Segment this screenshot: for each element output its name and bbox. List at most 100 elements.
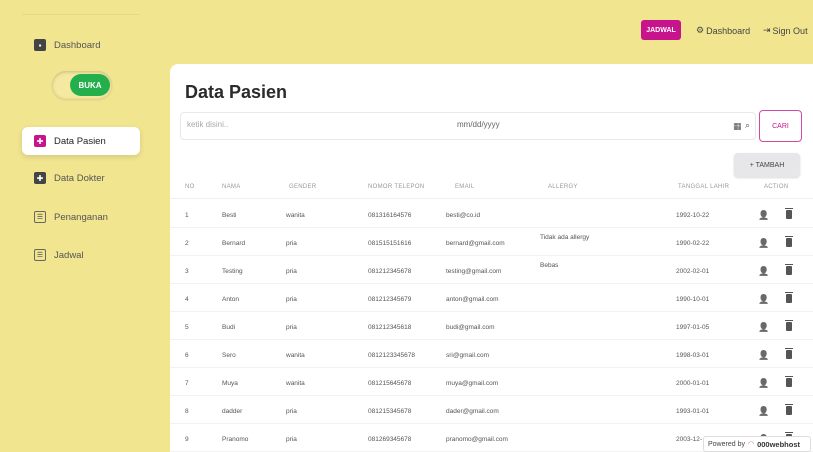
sidebar-item-label: Jadwal <box>54 249 84 261</box>
page-title: Data Pasien <box>185 82 288 102</box>
cell-tanggal-lahir: 2003-12- <box>676 436 703 443</box>
sidebar-item-label: Data Dokter <box>54 172 105 184</box>
cell-tanggal-lahir: 1997-01-05 <box>676 324 710 331</box>
cell-nama: Pranomo <box>222 436 249 443</box>
patient-icon: ✚ <box>34 135 46 147</box>
delete-icon[interactable] <box>785 348 793 359</box>
calendar-icon[interactable]: ▦ <box>733 121 742 132</box>
cell-no: 7 <box>185 380 189 387</box>
cell-nama: Sero <box>222 352 236 359</box>
dashboard-link-label: Dashboard <box>706 25 751 36</box>
table-row: 4 Anton pria 081212345679 anton@gmail.com 199… <box>170 288 813 312</box>
cell-tanggal-lahir: 1990-10-01 <box>676 296 710 303</box>
cell-email: testing@gmail.com <box>446 268 502 275</box>
edit-user-icon[interactable]: 👤 <box>758 238 769 249</box>
table-row: 6 Sero wanita 0812123345678 sri@gmail.com 199… <box>170 344 813 368</box>
cell-nama: dadder <box>222 408 243 415</box>
column-header-telepon: NOMOR TELEPON <box>368 184 425 190</box>
powered-by-label: Powered by <box>708 440 745 448</box>
sidebar-item-dashboard[interactable]: ▪ Dashboard <box>22 31 140 59</box>
delete-icon[interactable] <box>785 292 793 303</box>
cell-email: muya@gmail.com <box>446 380 499 387</box>
sidebar-item-jadwal[interactable]: ☰ Jadwal <box>22 241 140 269</box>
cell-gender: pria <box>286 324 297 331</box>
main-card: Data Pasien ▦ ⌕ CARI + TAMBAH NO NAMA GE… <box>170 64 813 452</box>
cell-gender: pria <box>286 296 297 303</box>
edit-user-icon[interactable]: 👤 <box>758 378 769 389</box>
edit-user-icon[interactable]: 👤 <box>758 350 769 361</box>
column-header-allergy: ALLERGY <box>548 184 578 190</box>
edit-user-icon[interactable]: 👤 <box>758 266 769 277</box>
cell-no: 1 <box>185 212 189 219</box>
table-row: 7 Muya wanita 081215645678 muya@gmail.com 200… <box>170 372 813 396</box>
cell-nama: Besti <box>222 212 237 219</box>
doctor-icon: ✚ <box>34 172 46 184</box>
host-logo-icon: ◠ <box>747 441 755 448</box>
edit-user-icon[interactable]: 👤 <box>758 322 769 333</box>
sidebar-item-penanganan[interactable]: ☰ Penanganan <box>22 203 140 231</box>
sidebar-item-data-pasien[interactable]: ✚ Data Pasien <box>22 127 140 155</box>
jadwal-button[interactable]: JADWAL <box>641 20 681 40</box>
host-brand: 000webhost <box>757 439 801 449</box>
edit-user-icon[interactable]: 👤 <box>758 294 769 305</box>
cell-nama: Testing <box>222 268 243 275</box>
cell-nama: Anton <box>222 296 239 303</box>
cell-email: besti@co.id <box>446 212 481 219</box>
sidebar: ▪ Dashboard BUKA ✚ Data Pasien ✚ Data Do… <box>0 0 150 452</box>
search-button[interactable]: CARI <box>759 110 802 142</box>
sidebar-item-label: Data Pasien <box>54 135 106 147</box>
cell-gender: pria <box>286 268 297 275</box>
table-row: 3 Testing pria 081212345678 testing@gmail.co… <box>170 260 813 284</box>
sign-out-link-label: Sign Out <box>772 25 808 36</box>
cell-no: 3 <box>185 268 189 275</box>
delete-icon[interactable] <box>785 320 793 331</box>
cell-no: 4 <box>185 296 189 303</box>
search-input[interactable] <box>187 120 447 129</box>
sign-out-icon: ⇥ <box>763 25 771 35</box>
cell-telepon: 081215345678 <box>368 408 412 415</box>
search-bar: ▦ ⌕ <box>180 112 756 140</box>
powered-by-badge[interactable]: Powered by ◠ 000webhost <box>703 436 811 452</box>
cell-nama: Bernard <box>222 240 246 247</box>
add-patient-button[interactable]: + TAMBAH <box>734 153 800 177</box>
column-header-nama: NAMA <box>222 184 241 190</box>
column-header-email: EMAIL <box>455 184 475 190</box>
cell-email: budi@gmail.com <box>446 324 495 331</box>
list-icon: ☰ <box>34 211 46 223</box>
cell-gender: pria <box>286 240 297 247</box>
search-icon[interactable]: ⌕ <box>745 120 750 131</box>
cell-email: dader@gmail.com <box>446 408 499 415</box>
cell-email: bernard@gmail.com <box>446 240 505 247</box>
edit-user-icon[interactable]: 👤 <box>758 210 769 221</box>
cell-no: 8 <box>185 408 189 415</box>
date-input[interactable] <box>457 120 557 129</box>
sidebar-item-data-dokter[interactable]: ✚ Data Dokter <box>22 164 140 192</box>
settings-icon: ⚙ <box>696 25 705 35</box>
cell-nama: Budi <box>222 324 236 331</box>
column-header-tanggal-lahir: TANGGAL LAHIR <box>678 184 730 190</box>
sidebar-item-label: Dashboard <box>54 39 101 51</box>
cell-no: 6 <box>185 352 189 359</box>
cell-telepon: 081212345618 <box>368 324 412 331</box>
table-row: 8 dadder pria 081215345678 dader@gmail.com 19… <box>170 400 813 424</box>
cell-nama: Muya <box>222 380 238 387</box>
delete-icon[interactable] <box>785 404 793 415</box>
delete-icon[interactable] <box>785 208 793 219</box>
cell-telepon: 081269345678 <box>368 436 412 443</box>
toggle-button[interactable]: BUKA <box>70 74 110 96</box>
delete-icon[interactable] <box>785 264 793 275</box>
toggle-switch[interactable]: BUKA <box>52 71 112 99</box>
cell-tanggal-lahir: 1990-02-22 <box>676 240 710 247</box>
delete-icon[interactable] <box>785 236 793 247</box>
delete-icon[interactable] <box>785 376 793 387</box>
sidebar-divider <box>22 14 140 15</box>
sign-out-link[interactable]: ⇥ Sign Out <box>763 25 808 36</box>
cell-no: 9 <box>185 436 189 443</box>
cell-telepon: 0812123345678 <box>368 352 415 359</box>
cell-gender: wanita <box>286 212 305 219</box>
edit-user-icon[interactable]: 👤 <box>758 406 769 417</box>
cell-tanggal-lahir: 2002-02-01 <box>676 268 710 275</box>
dashboard-link[interactable]: ⚙ Dashboard <box>696 25 750 36</box>
table-row: 2 Bernard pria 081515151616 bernard@gmail.co… <box>170 232 813 256</box>
cell-telepon: 081215645678 <box>368 380 412 387</box>
